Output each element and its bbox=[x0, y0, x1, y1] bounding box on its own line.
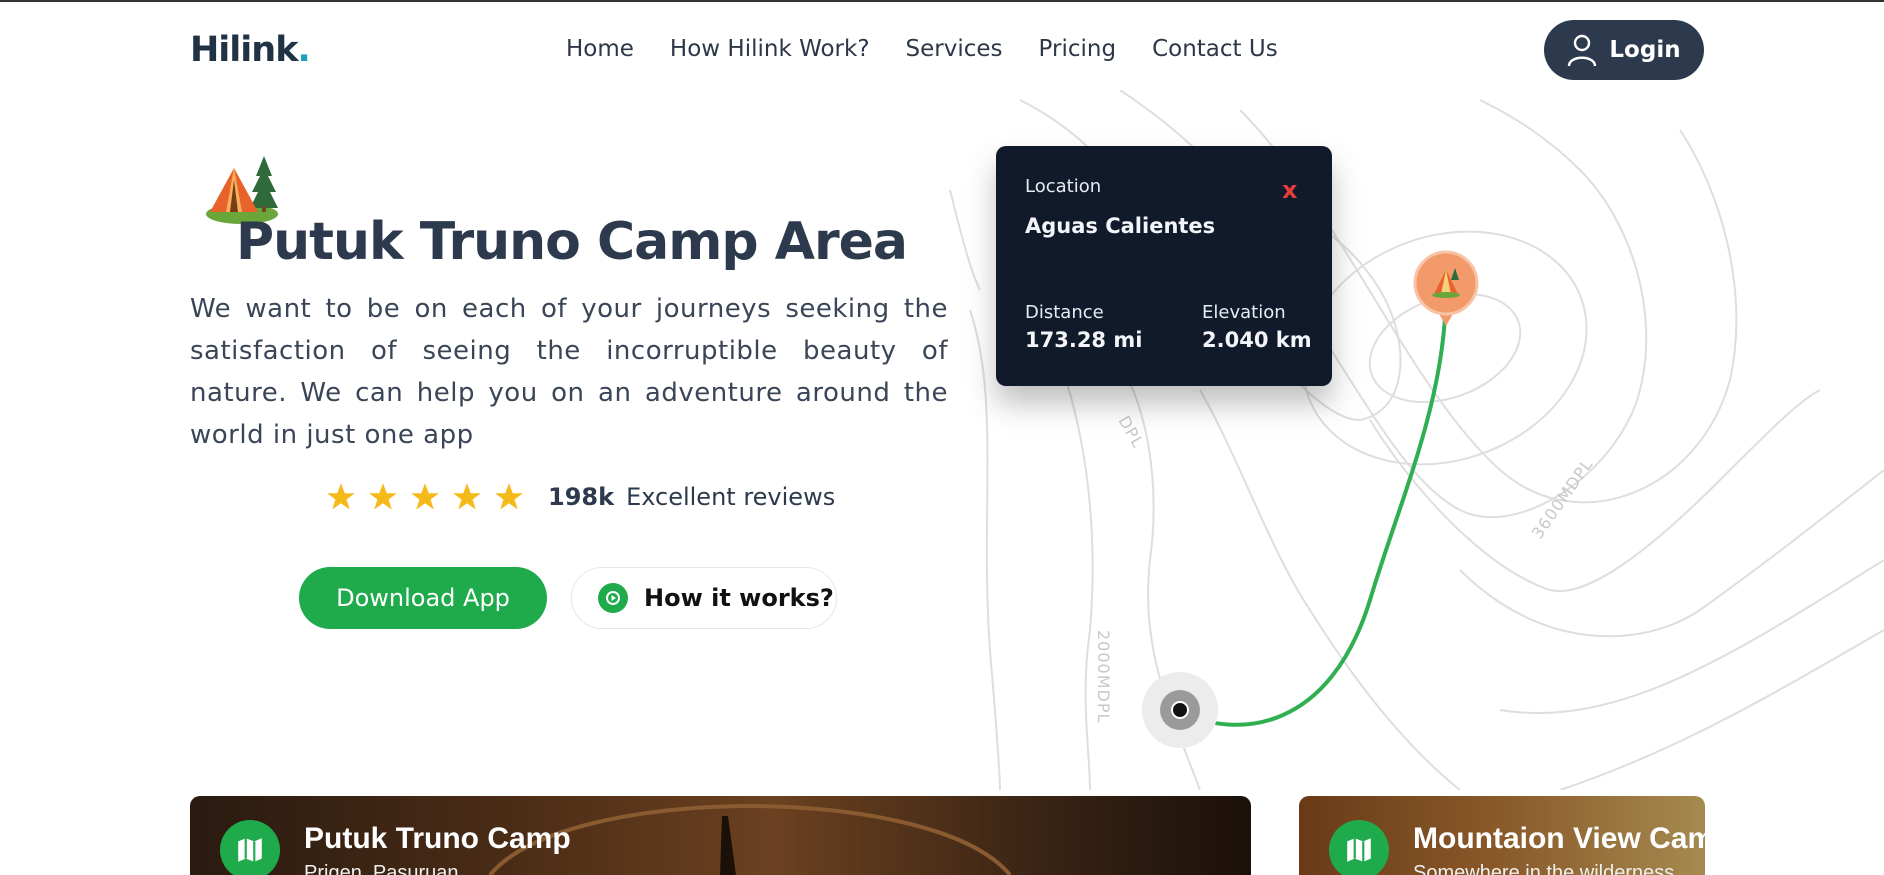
nav-how-it-works[interactable]: How Hilink Work? bbox=[670, 36, 870, 62]
review-count: 198k bbox=[548, 483, 615, 511]
map-icon bbox=[1329, 820, 1389, 875]
camp-card[interactable]: Putuk Truno Camp Prigen, Pasuruan bbox=[190, 796, 1251, 875]
hero-title: Putuk Truno Camp Area bbox=[236, 212, 908, 272]
contour-label: 2000MDPL bbox=[1094, 630, 1113, 723]
star-icon bbox=[369, 483, 397, 510]
how-it-works-label: How it works? bbox=[644, 584, 834, 612]
map-icon bbox=[220, 820, 280, 875]
user-icon bbox=[1568, 34, 1597, 67]
main-nav: Home How Hilink Work? Services Pricing C… bbox=[566, 36, 1278, 62]
play-icon bbox=[598, 583, 628, 613]
elevation-value: 2.040 km bbox=[1202, 328, 1312, 352]
logo-dot: . bbox=[297, 30, 310, 70]
location-value: Aguas Calientes bbox=[1025, 214, 1216, 238]
location-label: Location bbox=[1025, 176, 1102, 197]
review-label: Excellent reviews bbox=[626, 483, 836, 511]
nav-home[interactable]: Home bbox=[566, 36, 634, 62]
star-icon bbox=[453, 483, 481, 510]
star-icon bbox=[327, 483, 355, 510]
hero-description: We want to be on each of your journeys s… bbox=[190, 294, 948, 450]
download-app-button[interactable]: Download App bbox=[299, 567, 547, 629]
elevation-label: Elevation bbox=[1202, 302, 1286, 323]
login-label: Login bbox=[1609, 37, 1681, 63]
card-title: Mountaion View Camp bbox=[1413, 822, 1705, 855]
card-subtitle: Prigen, Pasuruan bbox=[304, 862, 459, 875]
login-button[interactable]: Login bbox=[1544, 20, 1704, 80]
nav-services[interactable]: Services bbox=[906, 36, 1003, 62]
logo-text: Hilink bbox=[190, 30, 298, 70]
star-icon bbox=[411, 483, 439, 510]
nav-pricing[interactable]: Pricing bbox=[1039, 36, 1117, 62]
distance-value: 173.28 mi bbox=[1025, 328, 1143, 352]
location-info-card: Location Aguas Calientes x Distance 173.… bbox=[996, 146, 1332, 386]
header: Hilink. Home How Hilink Work? Services P… bbox=[0, 2, 1884, 98]
camp-pin-icon[interactable] bbox=[1413, 250, 1479, 326]
star-icon bbox=[495, 483, 523, 510]
card-subtitle: Somewhere in the wilderness bbox=[1413, 862, 1675, 875]
camp-card[interactable]: Mountaion View Camp Somewhere in the wil… bbox=[1299, 796, 1705, 875]
contour-label: 3600MDPL bbox=[1528, 455, 1597, 542]
nav-contact[interactable]: Contact Us bbox=[1152, 36, 1278, 62]
start-point-dot[interactable] bbox=[1171, 701, 1189, 719]
logo[interactable]: Hilink. bbox=[190, 30, 311, 70]
how-it-works-button[interactable]: How it works? bbox=[571, 567, 837, 629]
close-button[interactable]: x bbox=[1282, 176, 1297, 204]
distance-label: Distance bbox=[1025, 302, 1104, 323]
rating: 198k Excellent reviews bbox=[326, 482, 835, 512]
card-title: Putuk Truno Camp bbox=[304, 822, 571, 855]
